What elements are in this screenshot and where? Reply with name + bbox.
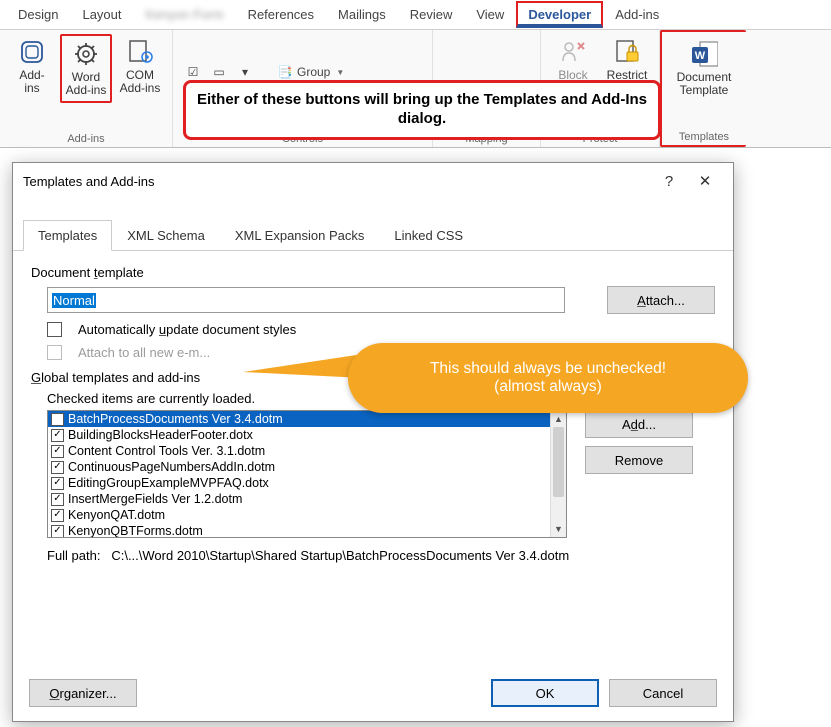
com-addins-button[interactable]: COM Add-ins xyxy=(114,34,166,99)
scrollbar[interactable]: ▲ ▼ xyxy=(550,411,566,537)
tab-mailings[interactable]: Mailings xyxy=(326,1,398,28)
control-combobox[interactable]: ▭ xyxy=(207,62,231,82)
dialog-tabs: Templates XML Schema XML Expansion Packs… xyxy=(13,219,733,251)
control-checkbox[interactable]: ☑ xyxy=(181,62,205,82)
dlg-tab-templates[interactable]: Templates xyxy=(23,220,112,251)
dialog-body: Document template Normal Attach... Autom… xyxy=(13,251,733,669)
list-item[interactable]: ✓InsertMergeFields Ver 1.2.dotm xyxy=(48,491,550,507)
gear-icon xyxy=(72,40,100,68)
dlg-tab-xmlexp[interactable]: XML Expansion Packs xyxy=(220,220,380,251)
help-button[interactable]: ? xyxy=(651,167,687,195)
attach-button[interactable]: Attach... xyxy=(607,286,715,314)
addins-icon xyxy=(18,38,46,66)
group-addins-label: Add-ins xyxy=(67,131,104,145)
list-item[interactable]: ✓Content Control Tools Ver. 3.1.dotm xyxy=(48,443,550,459)
callout-line2: (almost always) xyxy=(494,378,602,396)
callout-line1: This should always be unchecked! xyxy=(430,360,666,378)
word-addins-label: Word Add-ins xyxy=(66,71,107,97)
item-checkbox[interactable]: ✓ xyxy=(51,509,64,522)
item-checkbox[interactable]: ✓ xyxy=(51,477,64,490)
document-template-button[interactable]: W Document Template xyxy=(668,36,740,101)
ok-button[interactable]: OK xyxy=(491,679,599,707)
ribbon: Add- ins Word Add-ins COM Add-ins Add-in… xyxy=(0,30,831,148)
organizer-button[interactable]: Organizer... xyxy=(29,679,137,707)
tab-design[interactable]: Design xyxy=(6,1,70,28)
auto-update-label: Automatically update document styles xyxy=(78,322,296,337)
list-item[interactable]: ✓KenyonQAT.dotm xyxy=(48,507,550,523)
group-templates: W Document Template Templates xyxy=(660,30,746,147)
group-templates-label: Templates xyxy=(679,129,729,143)
scroll-up-icon[interactable]: ▲ xyxy=(551,411,566,427)
addins-label: Add- ins xyxy=(19,69,44,95)
scroll-thumb[interactable] xyxy=(553,427,564,497)
attach-all-checkbox xyxy=(47,345,62,360)
tab-references[interactable]: References xyxy=(236,1,326,28)
document-template-label: Document Template xyxy=(677,71,732,97)
tab-blurred[interactable]: Kenyon Form xyxy=(134,1,236,28)
list-item[interactable]: ✓KenyonQBTForms.dotm xyxy=(48,523,550,537)
annotation-ribbon: Either of these buttons will bring up th… xyxy=(183,80,661,140)
tab-view[interactable]: View xyxy=(464,1,516,28)
document-template-value: Normal xyxy=(52,293,96,308)
auto-update-checkbox[interactable] xyxy=(47,322,62,337)
templates-addins-dialog: Templates and Add-ins ? ✕ Templates XML … xyxy=(12,162,734,722)
tab-addins[interactable]: Add-ins xyxy=(603,1,671,28)
add-button[interactable]: Add... xyxy=(585,410,693,438)
dialog-title: Templates and Add-ins xyxy=(23,174,651,189)
titlebar: Templates and Add-ins ? ✕ xyxy=(13,163,733,199)
ribbon-tabs: Design Layout Kenyon Form References Mai… xyxy=(0,0,831,30)
list-item[interactable]: ✓ContinuousPageNumbersAddIn.dotm xyxy=(48,459,550,475)
list-item[interactable]: ✓BatchProcessDocuments Ver 3.4.dotm xyxy=(48,411,550,427)
fullpath-label: Full path: xyxy=(47,548,100,563)
com-addins-icon xyxy=(126,38,154,66)
svg-text:W: W xyxy=(695,50,706,62)
item-checkbox[interactable]: ✓ xyxy=(51,413,64,426)
close-icon: ✕ xyxy=(699,172,712,190)
list-item[interactable]: ✓EditingGroupExampleMVPFAQ.dotx xyxy=(48,475,550,491)
cancel-button[interactable]: Cancel xyxy=(609,679,717,707)
scroll-down-icon[interactable]: ▼ xyxy=(551,521,566,537)
word-doc-icon: W xyxy=(690,40,718,68)
document-template-label: Document template xyxy=(31,265,715,280)
remove-button[interactable]: Remove xyxy=(585,446,693,474)
dlg-tab-linkedcss[interactable]: Linked CSS xyxy=(379,220,478,251)
dialog-footer: Organizer... OK Cancel xyxy=(13,669,733,721)
control-group[interactable]: 📑Group▼ xyxy=(273,62,348,82)
word-addins-button[interactable]: Word Add-ins xyxy=(60,34,112,103)
tab-developer[interactable]: Developer xyxy=(516,1,603,28)
attach-all-label: Attach to all new e-m... xyxy=(78,345,210,360)
block-authors-icon xyxy=(559,38,587,66)
item-checkbox[interactable]: ✓ xyxy=(51,525,64,538)
item-checkbox[interactable]: ✓ xyxy=(51,429,64,442)
item-checkbox[interactable]: ✓ xyxy=(51,445,64,458)
close-button[interactable]: ✕ xyxy=(687,167,723,195)
callout-tail xyxy=(243,354,363,378)
dlg-tab-xmlschema[interactable]: XML Schema xyxy=(112,220,220,251)
lock-icon xyxy=(613,38,641,66)
control-dropdown[interactable]: ▾ xyxy=(233,62,257,82)
item-checkbox[interactable]: ✓ xyxy=(51,461,64,474)
addins-listbox[interactable]: ✓BatchProcessDocuments Ver 3.4.dotm ✓Bui… xyxy=(47,410,567,538)
tab-layout[interactable]: Layout xyxy=(70,1,133,28)
com-addins-label: COM Add-ins xyxy=(120,69,161,95)
group-addins: Add- ins Word Add-ins COM Add-ins Add-in… xyxy=(0,30,173,147)
document-template-input[interactable]: Normal xyxy=(47,287,565,313)
addins-button[interactable]: Add- ins xyxy=(6,34,58,99)
fullpath: Full path: C:\...\Word 2010\Startup\Shar… xyxy=(31,548,715,563)
fullpath-value: C:\...\Word 2010\Startup\Shared Startup\… xyxy=(111,548,569,563)
annotation-callout: This should always be unchecked! (almost… xyxy=(348,343,748,413)
tab-review[interactable]: Review xyxy=(398,1,465,28)
item-checkbox[interactable]: ✓ xyxy=(51,493,64,506)
chevron-down-icon: ▼ xyxy=(336,68,344,77)
list-item[interactable]: ✓BuildingBlocksHeaderFooter.dotx xyxy=(48,427,550,443)
